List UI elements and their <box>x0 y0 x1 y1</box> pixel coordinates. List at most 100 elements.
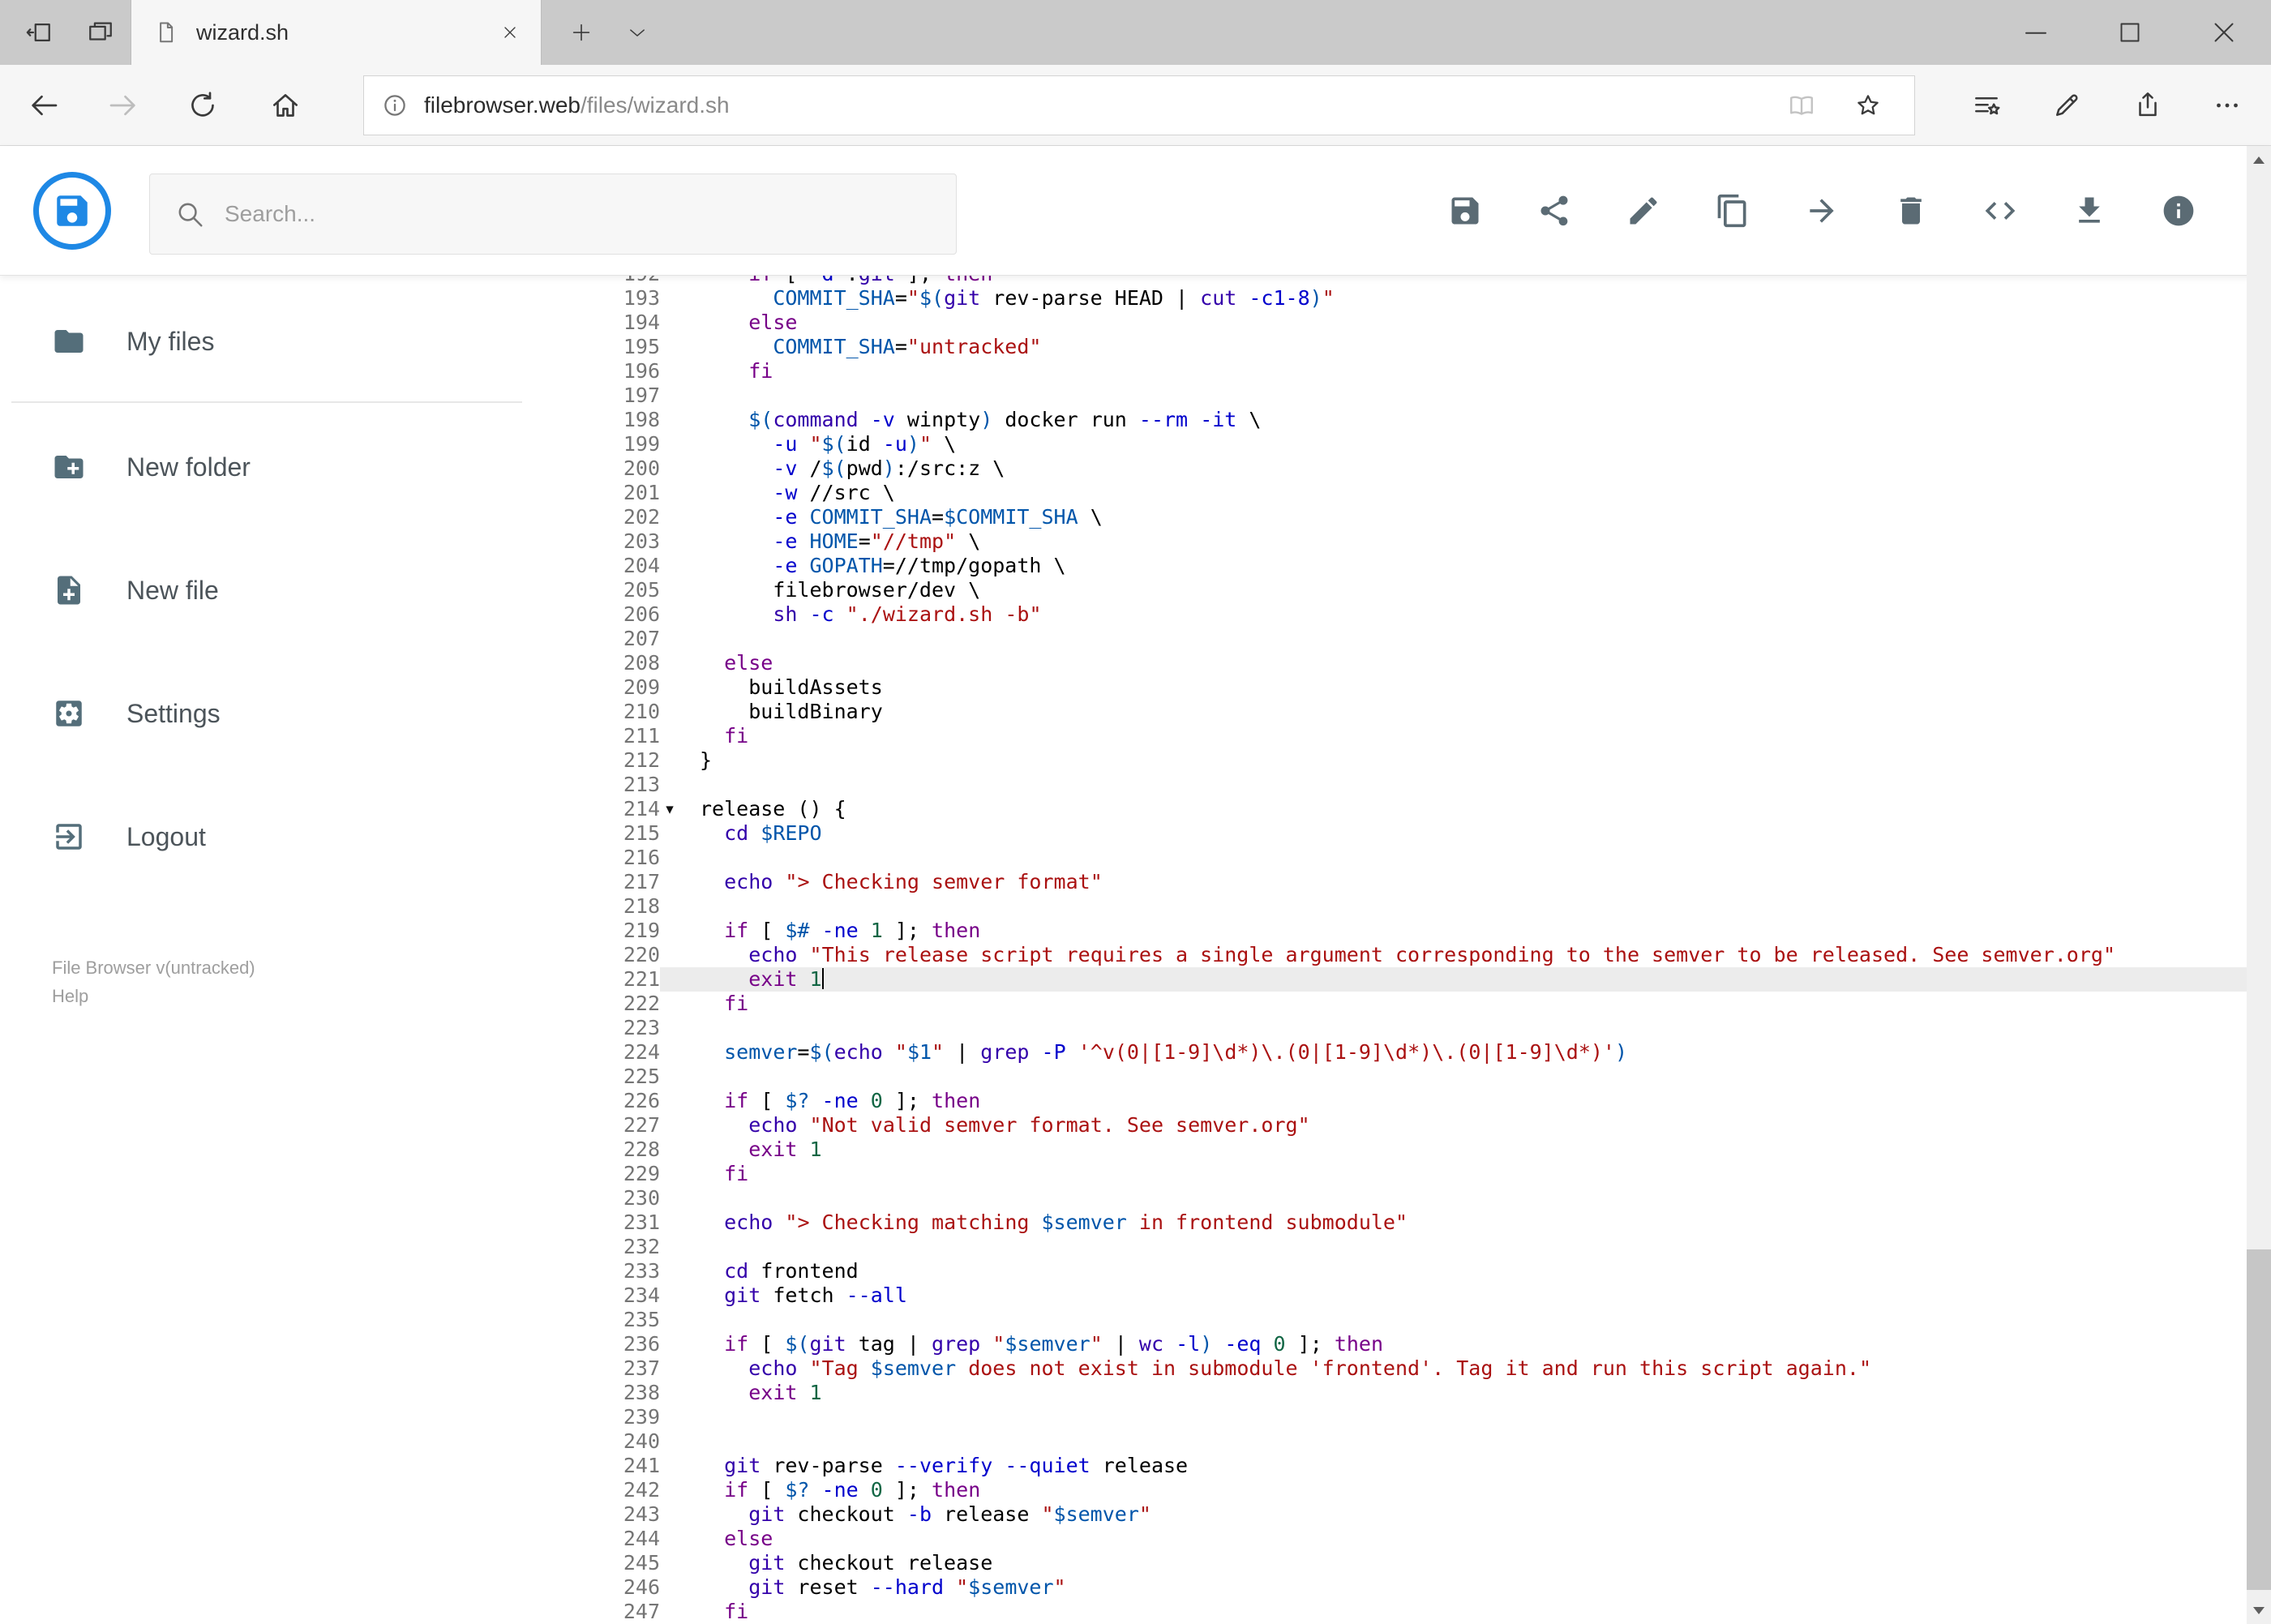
code-text[interactable]: echo "> Checking matching $semver in fro… <box>679 1211 2271 1235</box>
code-line[interactable]: 242 if [ $? -ne 0 ]; then <box>587 1478 2271 1502</box>
download-button[interactable] <box>2072 193 2107 229</box>
code-text[interactable] <box>679 1065 2271 1089</box>
code-text[interactable]: exit 1 <box>679 1138 2271 1162</box>
code-line[interactable]: 231 echo "> Checking matching $semver in… <box>587 1211 2271 1235</box>
code-line[interactable]: 210 buildBinary <box>587 700 2271 724</box>
code-line[interactable]: 196 fi <box>587 359 2271 384</box>
code-line[interactable]: 228 exit 1 <box>587 1138 2271 1162</box>
code-text[interactable] <box>679 894 2271 919</box>
code-text[interactable] <box>679 1186 2271 1211</box>
home-button[interactable] <box>256 76 315 135</box>
code-text[interactable] <box>679 1405 2271 1429</box>
help-link[interactable]: Help <box>52 982 255 1010</box>
code-text[interactable]: if [ $(git tag | grep "$semver" | wc -l)… <box>679 1332 2271 1356</box>
code-line[interactable]: 247 fi <box>587 1600 2271 1624</box>
code-text[interactable]: -w //src \ <box>679 481 2271 505</box>
code-line[interactable]: 206 sh -c "./wizard.sh -b" <box>587 602 2271 627</box>
tab-preview-toggle-button[interactable] <box>613 0 662 65</box>
code-line[interactable]: 230 <box>587 1186 2271 1211</box>
save-button[interactable] <box>1447 193 1483 229</box>
share-button[interactable] <box>1536 193 1572 229</box>
code-text[interactable] <box>679 1016 2271 1040</box>
code-line[interactable]: 238 exit 1 <box>587 1381 2271 1405</box>
code-text[interactable]: if [ $? -ne 0 ]; then <box>679 1478 2271 1502</box>
code-line[interactable]: 240 <box>587 1429 2271 1454</box>
code-text[interactable]: -e HOME="//tmp" \ <box>679 529 2271 554</box>
code-line[interactable]: 202 -e COMMIT_SHA=$COMMIT_SHA \ <box>587 505 2271 529</box>
code-line[interactable]: 213 <box>587 773 2271 797</box>
info-button[interactable] <box>2161 193 2196 229</box>
code-text[interactable]: else <box>679 311 2271 335</box>
code-line[interactable]: 199 -u "$(id -u)" \ <box>587 432 2271 456</box>
code-text[interactable]: exit 1 <box>679 967 2271 992</box>
new-tab-button[interactable] <box>558 0 605 65</box>
code-editor[interactable]: 192 if [ -d .git ]; then193 COMMIT_SHA="… <box>587 276 2271 1624</box>
code-text[interactable]: git rev-parse --verify --quiet release <box>679 1454 2271 1478</box>
code-text[interactable]: cd $REPO <box>679 821 2271 846</box>
code-line[interactable]: 225 <box>587 1065 2271 1089</box>
code-text[interactable]: git reset --hard "$semver" <box>679 1575 2271 1600</box>
search-input[interactable] <box>225 201 956 227</box>
rename-button[interactable] <box>1626 193 1661 229</box>
code-text[interactable]: echo "> Checking semver format" <box>679 870 2271 894</box>
code-line[interactable]: 194 else <box>587 311 2271 335</box>
code-text[interactable]: else <box>679 1527 2271 1551</box>
code-text[interactable]: release () { <box>679 797 2271 821</box>
code-line[interactable]: 218 <box>587 894 2271 919</box>
code-text[interactable]: sh -c "./wizard.sh -b" <box>679 602 2271 627</box>
code-line[interactable]: 198 $(command -v winpty) docker run --rm… <box>587 408 2271 432</box>
code-text[interactable] <box>679 627 2271 651</box>
code-line[interactable]: 216 <box>587 846 2271 870</box>
code-line[interactable]: 244 else <box>587 1527 2271 1551</box>
code-text[interactable]: git checkout -b release "$semver" <box>679 1502 2271 1527</box>
fold-arrow-icon[interactable]: ▾ <box>660 797 679 821</box>
code-line[interactable]: 245 git checkout release <box>587 1551 2271 1575</box>
code-text[interactable]: $(command -v winpty) docker run --rm -it… <box>679 408 2271 432</box>
code-line[interactable]: 192 if [ -d .git ]; then <box>587 276 2271 286</box>
sidebar-item-new-folder[interactable]: New folder <box>0 426 587 508</box>
search-box[interactable] <box>149 174 957 255</box>
favorites-hub-button[interactable] <box>1960 76 2012 135</box>
code-text[interactable]: semver=$(echo "$1" | grep -P '^v(0|[1-9]… <box>679 1040 2271 1065</box>
reading-view-button[interactable] <box>1784 88 1819 123</box>
code-text[interactable] <box>679 846 2271 870</box>
code-line[interactable]: 209 buildAssets <box>587 675 2271 700</box>
code-text[interactable] <box>679 384 2271 408</box>
site-info-button[interactable] <box>377 88 413 123</box>
code-text[interactable]: buildAssets <box>679 675 2271 700</box>
code-text[interactable] <box>679 1308 2271 1332</box>
code-line[interactable]: 204 -e GOPATH=//tmp/gopath \ <box>587 554 2271 578</box>
code-line[interactable]: 214 ▾ release () { <box>587 797 2271 821</box>
code-line[interactable]: 201 -w //src \ <box>587 481 2271 505</box>
code-line[interactable]: 197 <box>587 384 2271 408</box>
code-text[interactable]: filebrowser/dev \ <box>679 578 2271 602</box>
code-text[interactable]: if [ $? -ne 0 ]; then <box>679 1089 2271 1113</box>
code-text[interactable]: fi <box>679 992 2271 1016</box>
code-text[interactable]: fi <box>679 1600 2271 1624</box>
code-line[interactable]: 243 git checkout -b release "$semver" <box>587 1502 2271 1527</box>
settings-more-button[interactable] <box>2201 76 2253 135</box>
tabs-set-aside-button[interactable] <box>8 0 70 65</box>
code-text[interactable]: -u "$(id -u)" \ <box>679 432 2271 456</box>
back-button[interactable] <box>15 76 73 135</box>
code-text[interactable]: echo "Not valid semver format. See semve… <box>679 1113 2271 1138</box>
tabs-you-set-aside-button[interactable] <box>70 0 131 65</box>
code-line[interactable]: 193 COMMIT_SHA="$(git rev-parse HEAD | c… <box>587 286 2271 311</box>
address-bar[interactable]: filebrowser.web/files/wizard.sh <box>363 75 1915 135</box>
code-line[interactable]: 217 echo "> Checking semver format" <box>587 870 2271 894</box>
app-logo[interactable] <box>33 172 111 250</box>
forward-button[interactable] <box>94 76 152 135</box>
add-favorite-button[interactable] <box>1850 88 1886 123</box>
code-line[interactable]: 220 echo "This release script requires a… <box>587 943 2271 967</box>
code-line[interactable]: 239 <box>587 1405 2271 1429</box>
refresh-button[interactable] <box>174 76 232 135</box>
code-line[interactable]: 211 fi <box>587 724 2271 748</box>
code-line[interactable]: 215 cd $REPO <box>587 821 2271 846</box>
code-line[interactable]: 235 <box>587 1308 2271 1332</box>
editor-button[interactable] <box>1982 193 2018 229</box>
code-text[interactable]: -e COMMIT_SHA=$COMMIT_SHA \ <box>679 505 2271 529</box>
code-line[interactable]: 207 <box>587 627 2271 651</box>
copy-button[interactable] <box>1715 193 1750 229</box>
code-line[interactable]: 232 <box>587 1235 2271 1259</box>
code-text[interactable]: buildBinary <box>679 700 2271 724</box>
